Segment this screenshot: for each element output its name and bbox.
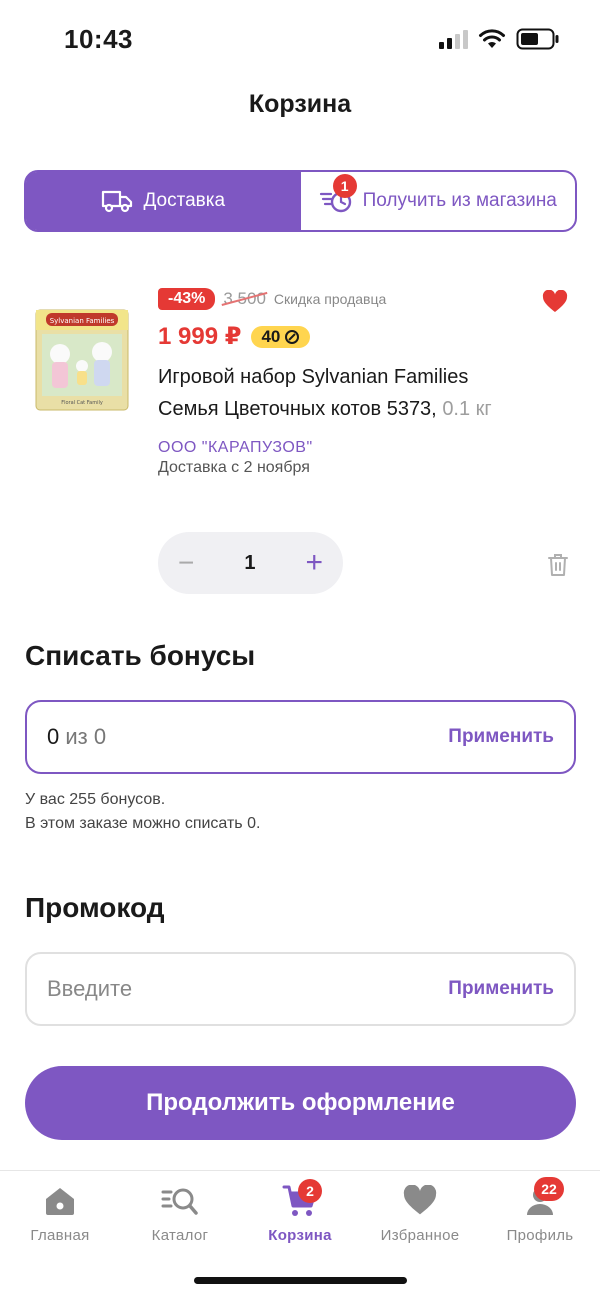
tab-favorites[interactable]: Избранное	[360, 1181, 480, 1244]
bonus-note: У вас 255 бонусов. В этом заказе можно с…	[25, 788, 260, 836]
bonus-coin-icon	[285, 329, 300, 344]
status-bar: 10:43	[0, 0, 600, 80]
continue-checkout-button[interactable]: Продолжить оформление	[25, 1066, 576, 1140]
bonus-input[interactable]: 0 из 0 Применить	[25, 700, 576, 774]
cart-item: Sylvanian Families Floral Cat Family -43…	[24, 280, 576, 600]
apply-bonus-button[interactable]: Применить	[448, 726, 554, 748]
status-icons	[439, 28, 560, 50]
increase-button[interactable]: +	[305, 546, 323, 580]
svg-text:Sylvanian Families: Sylvanian Families	[50, 317, 115, 325]
home-icon	[46, 1188, 74, 1215]
bonus-balance-text: У вас 255 бонусов.	[25, 791, 166, 808]
pickup-badge: 1	[332, 174, 357, 198]
product-weight: 0.1 кг	[442, 398, 492, 420]
current-price: 1 999 ₽	[158, 323, 242, 350]
bonus-points-value: 40	[261, 326, 281, 346]
status-time: 10:43	[64, 24, 133, 54]
signal-icon	[439, 29, 468, 49]
pickup-option-label: Получить из магазина	[362, 190, 557, 211]
cart-badge: 2	[298, 1179, 322, 1203]
tab-cart[interactable]: 2 Корзина	[240, 1179, 360, 1244]
battery-icon	[516, 28, 559, 50]
tab-profile[interactable]: 22 Профиль	[480, 1177, 600, 1244]
trash-icon	[548, 554, 568, 576]
catalog-search-icon	[161, 1188, 198, 1215]
discount-badge: -43%	[158, 288, 216, 310]
seller-discount-label: Скидка продавца	[273, 291, 387, 307]
tab-catalog[interactable]: Каталог	[120, 1181, 240, 1244]
promo-input[interactable]: Введите Применить	[25, 952, 576, 1026]
wifi-icon	[479, 29, 505, 48]
home-indicator	[194, 1277, 407, 1284]
bonus-input-value: 0 из 0	[47, 724, 107, 749]
delete-button[interactable]	[546, 552, 570, 583]
delivery-date: Доставка с 2 ноября	[158, 459, 310, 476]
bonuses-title: Списать бонусы	[25, 640, 256, 671]
favorite-button[interactable]	[542, 289, 568, 319]
delivery-mode-toggle: Доставка 1 Получить из магазина	[24, 170, 577, 232]
delivery-option-label: Доставка	[143, 190, 226, 211]
old-price: 3 500	[223, 289, 266, 308]
profile-badge: 22	[534, 1177, 564, 1201]
tab-favorites-label: Избранное	[380, 1227, 460, 1244]
quantity-stepper: − 1 +	[158, 532, 343, 594]
product-image[interactable]: Sylvanian Families Floral Cat Family	[32, 304, 132, 414]
delivery-option[interactable]: Доставка	[26, 172, 301, 230]
seller-name[interactable]: ООО "КАРАПУЗОВ"	[158, 439, 518, 457]
product-info: -43% 3 500 Скидка продавца 1 999 ₽ 40 Иг…	[158, 288, 518, 477]
tab-cart-label: Корзина	[268, 1227, 332, 1244]
promo-title: Промокод	[25, 892, 165, 923]
heart-icon	[403, 1185, 437, 1215]
truck-icon	[102, 190, 133, 213]
quantity-value: 1	[244, 551, 256, 574]
page-title: Корзина	[248, 90, 352, 118]
bonus-points-badge: 40	[251, 325, 311, 348]
tab-catalog-label: Каталог	[151, 1227, 209, 1244]
svg-text:Floral Cat Family: Floral Cat Family	[61, 400, 103, 406]
apply-promo-button[interactable]: Применить	[448, 978, 554, 1000]
decrease-button[interactable]: −	[178, 547, 194, 579]
tab-profile-label: Профиль	[506, 1227, 574, 1244]
product-title: Игровой набор Sylvanian Families Семья Ц…	[158, 366, 469, 420]
product-name[interactable]: Игровой набор Sylvanian Families Семья Ц…	[158, 361, 518, 425]
heart-icon	[542, 289, 568, 312]
bonus-limit-text: В этом заказе можно списать 0.	[25, 815, 261, 832]
tab-home[interactable]: Главная	[0, 1181, 120, 1244]
pickup-option[interactable]: 1 Получить из магазина	[301, 172, 576, 230]
promo-placeholder: Введите	[47, 976, 133, 1001]
tab-home-label: Главная	[30, 1227, 90, 1244]
